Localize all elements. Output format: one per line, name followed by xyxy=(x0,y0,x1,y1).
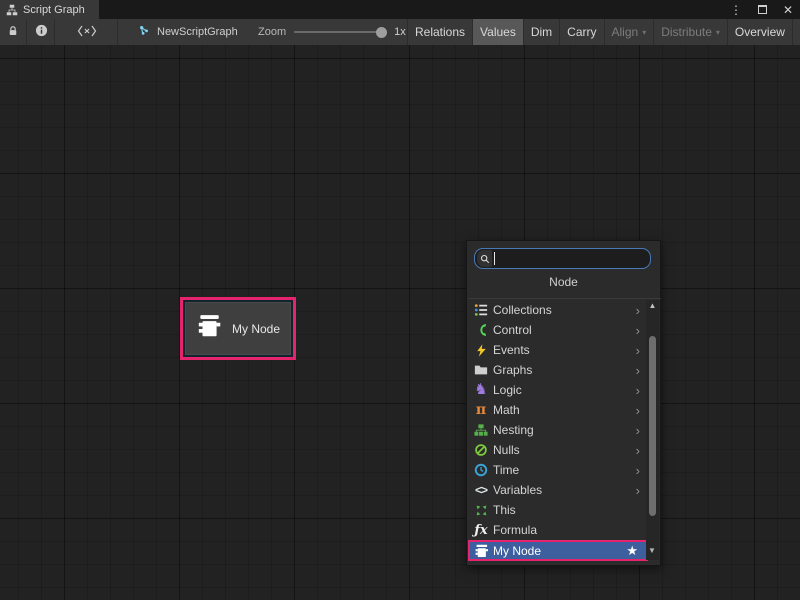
carry-button[interactable]: Carry xyxy=(559,19,603,45)
unit-pot-icon xyxy=(473,543,489,559)
nesting-icon xyxy=(473,422,489,438)
zoom-value: 1x xyxy=(394,26,406,38)
window-controls: ⋮ ✕ xyxy=(728,0,796,19)
chevron-right-icon: › xyxy=(636,363,640,378)
overview-button[interactable]: Overview xyxy=(727,19,792,45)
align-button[interactable]: Align▾ xyxy=(604,19,654,45)
favorite-star-icon[interactable]: ★ xyxy=(626,543,638,559)
finder-item-graphs[interactable]: Graphs › xyxy=(468,360,648,380)
finder-item-collections[interactable]: Collections › xyxy=(468,300,648,320)
script-graph-window: Script Graph ⋮ ✕ NewScr xyxy=(0,0,800,600)
chevron-right-icon: › xyxy=(636,483,640,498)
lock-icon xyxy=(7,25,19,40)
chevron-right-icon: › xyxy=(636,383,640,398)
dropdown-arrow-icon: ▾ xyxy=(642,28,646,37)
toolbar-toggle-buttons: Relations Values Dim Carry Align▾ Distri… xyxy=(407,19,800,45)
finder-header: Node xyxy=(467,275,660,289)
finder-item-formula[interactable]: ƒx Formula xyxy=(468,520,648,540)
clock-icon xyxy=(473,462,489,478)
dim-button[interactable]: Dim xyxy=(523,19,559,45)
lock-button[interactable] xyxy=(0,19,27,45)
relations-button[interactable]: Relations xyxy=(407,19,472,45)
folder-icon xyxy=(473,362,489,378)
tab-label: Script Graph xyxy=(23,4,85,16)
kebab-menu-icon[interactable]: ⋮ xyxy=(728,2,744,18)
maximize-icon[interactable] xyxy=(754,2,770,18)
zoom-slider[interactable] xyxy=(294,31,382,33)
chevron-right-icon: › xyxy=(636,303,640,318)
info-icon xyxy=(35,24,48,40)
chevron-right-icon: › xyxy=(636,403,640,418)
finder-scrollbar[interactable]: ▲ xyxy=(646,300,659,560)
graph-canvas[interactable]: My Node Node Collections › xyxy=(0,45,800,600)
zoom-control: Zoom 1x xyxy=(258,19,406,45)
chevron-right-icon: › xyxy=(636,323,640,338)
finder-item-math[interactable]: π Math › xyxy=(468,400,648,420)
search-icon xyxy=(477,250,492,267)
control-icon xyxy=(473,322,489,338)
knight-icon: ♞ xyxy=(473,382,489,398)
null-icon xyxy=(473,442,489,458)
scroll-up-icon[interactable]: ▲ xyxy=(649,300,657,312)
edit-graph-button[interactable] xyxy=(56,19,118,45)
divider xyxy=(468,298,661,299)
node-title: My Node xyxy=(232,322,280,336)
close-icon[interactable]: ✕ xyxy=(780,2,796,18)
graph-name-label: NewScriptGraph xyxy=(157,26,238,38)
lightning-icon xyxy=(473,342,489,358)
fullscreen-button[interactable]: Full Screen xyxy=(792,19,800,45)
values-button[interactable]: Values xyxy=(472,19,523,45)
finder-item-time[interactable]: Time › xyxy=(468,460,648,480)
finder-item-control[interactable]: Control › xyxy=(468,320,648,340)
chevron-right-icon: › xyxy=(636,463,640,478)
fuzzy-finder: Node Collections › Control › Events › xyxy=(466,240,661,566)
search-input[interactable] xyxy=(495,249,650,268)
finder-search[interactable] xyxy=(474,248,651,269)
finder-item-this[interactable]: This xyxy=(468,500,648,520)
my-node-unit[interactable]: My Node xyxy=(180,297,296,360)
angle-brackets-icon: <> xyxy=(473,482,489,498)
pi-icon: π xyxy=(473,402,489,418)
inspect-button[interactable] xyxy=(28,19,55,45)
collections-icon xyxy=(473,302,489,318)
scroll-down-icon[interactable]: ▼ xyxy=(646,546,658,555)
chevron-right-icon: › xyxy=(636,443,640,458)
this-icon xyxy=(473,502,489,518)
finder-list: Collections › Control › Events › Graphs … xyxy=(468,300,648,561)
toolbar: NewScriptGraph Zoom 1x Relations Values … xyxy=(0,19,800,45)
tab-bar: Script Graph ⋮ ✕ xyxy=(0,0,800,19)
zoom-slider-handle[interactable] xyxy=(376,27,387,38)
code-brackets-icon xyxy=(77,25,97,40)
finder-item-events[interactable]: Events › xyxy=(468,340,648,360)
unit-pot-icon xyxy=(196,314,222,343)
zoom-label: Zoom xyxy=(258,26,286,38)
dropdown-arrow-icon: ▾ xyxy=(716,28,720,37)
chevron-right-icon: › xyxy=(636,343,640,358)
scrollbar-thumb[interactable] xyxy=(649,336,656,516)
graph-hierarchy-icon xyxy=(6,4,18,16)
graph-asset-icon xyxy=(138,24,151,40)
finder-item-variables[interactable]: <> Variables › xyxy=(468,480,648,500)
formula-icon: ƒx xyxy=(473,522,489,538)
finder-item-logic[interactable]: ♞ Logic › xyxy=(468,380,648,400)
chevron-right-icon: › xyxy=(636,423,640,438)
distribute-button[interactable]: Distribute▾ xyxy=(653,19,727,45)
finder-item-nesting[interactable]: Nesting › xyxy=(468,420,648,440)
current-graph[interactable]: NewScriptGraph xyxy=(130,19,246,45)
tab-script-graph[interactable]: Script Graph xyxy=(0,0,99,19)
finder-item-nulls[interactable]: Nulls › xyxy=(468,440,648,460)
finder-item-my-node[interactable]: My Node ★ xyxy=(468,540,648,561)
